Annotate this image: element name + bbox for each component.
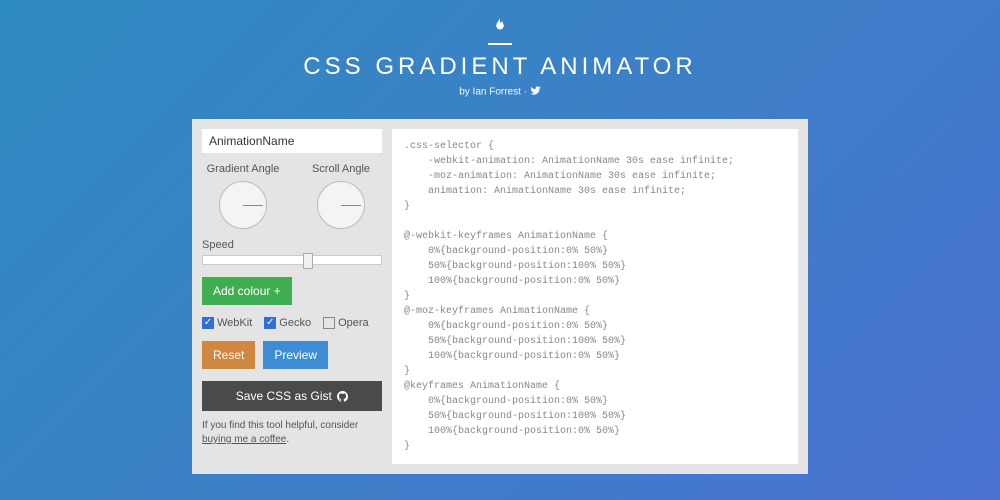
helpful-text: If you find this tool helpful, consider … — [202, 419, 382, 447]
byline-prefix: by — [459, 87, 472, 98]
speed-slider[interactable] — [202, 255, 382, 265]
action-buttons: Reset Preview — [202, 341, 382, 369]
byline: by Ian Forrest · — [0, 85, 1000, 99]
add-colour-button[interactable]: Add colour + — [202, 277, 292, 305]
checkbox-webkit[interactable]: ✓ WebKit — [202, 317, 252, 329]
flame-icon — [491, 14, 509, 41]
angle-controls: Gradient Angle Scroll Angle — [202, 163, 382, 229]
save-gist-button[interactable]: Save CSS as Gist — [202, 381, 382, 411]
main-panel: Gradient Angle Scroll Angle Speed Add co… — [192, 119, 808, 474]
page-header: CSS GRADIENT ANIMATOR by Ian Forrest · — [0, 0, 1000, 109]
logo-underline — [488, 43, 512, 45]
speed-slider-thumb[interactable] — [303, 253, 313, 269]
scroll-angle-control: Scroll Angle — [300, 163, 382, 229]
coffee-link[interactable]: buying me a coffee — [202, 434, 286, 445]
checkbox-icon — [323, 317, 335, 329]
checkbox-label: Gecko — [279, 317, 311, 329]
twitter-icon[interactable] — [530, 85, 541, 99]
helpful-prefix: If you find this tool helpful, consider — [202, 420, 358, 431]
checkbox-label: Opera — [338, 317, 369, 329]
checkbox-opera[interactable]: Opera — [323, 317, 369, 329]
scroll-angle-dial[interactable] — [317, 181, 365, 229]
author-link[interactable]: Ian Forrest — [473, 87, 521, 98]
gradient-angle-dial[interactable] — [219, 181, 267, 229]
css-output[interactable]: .css-selector { -webkit-animation: Anima… — [392, 129, 798, 464]
reset-button[interactable]: Reset — [202, 341, 255, 369]
save-gist-label: Save CSS as Gist — [236, 389, 332, 403]
checkbox-icon: ✓ — [202, 317, 214, 329]
controls-column: Gradient Angle Scroll Angle Speed Add co… — [202, 129, 382, 464]
animation-name-input[interactable] — [202, 129, 382, 153]
checkbox-gecko[interactable]: ✓ Gecko — [264, 317, 311, 329]
checkbox-label: WebKit — [217, 317, 252, 329]
checkbox-icon: ✓ — [264, 317, 276, 329]
page-title: CSS GRADIENT ANIMATOR — [0, 53, 1000, 81]
gradient-angle-label: Gradient Angle — [202, 163, 284, 175]
byline-separator: · — [521, 87, 530, 98]
github-icon — [335, 389, 348, 403]
vendor-checkboxes: ✓ WebKit ✓ Gecko Opera — [202, 317, 382, 329]
scroll-angle-label: Scroll Angle — [300, 163, 382, 175]
gradient-angle-control: Gradient Angle — [202, 163, 284, 229]
helpful-suffix: . — [286, 434, 289, 445]
preview-button[interactable]: Preview — [263, 341, 328, 369]
speed-label: Speed — [202, 239, 382, 251]
